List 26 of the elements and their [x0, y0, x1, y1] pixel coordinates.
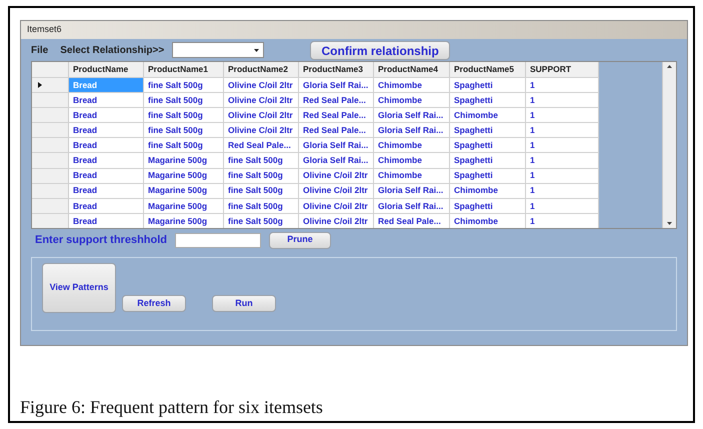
table-cell: Bread — [69, 214, 144, 228]
figure-caption: Figure 6: Frequent pattern for six itemsets — [19, 396, 324, 419]
table-cell: Red Seal Pale... — [374, 214, 450, 228]
scroll-up-icon[interactable] — [667, 65, 672, 68]
table-cell: 1 — [526, 214, 599, 228]
table-cell: Olivine C/oil 2ltr — [299, 214, 374, 228]
relationship-dropdown[interactable] — [172, 42, 264, 58]
confirm-relationship-button[interactable]: Confirm relationship — [310, 40, 450, 60]
view-patterns-button[interactable]: View Patterns — [42, 263, 116, 313]
run-button[interactable]: Run — [212, 295, 276, 312]
file-menu[interactable]: File — [31, 42, 48, 58]
prune-button[interactable]: Prune — [269, 232, 331, 248]
refresh-button[interactable]: Refresh — [122, 295, 186, 312]
window-title: Itemset6 — [27, 23, 62, 36]
table-cell: fine Salt 500g — [224, 214, 299, 228]
current-row-icon — [38, 82, 42, 88]
support-threshold-label: Enter support threshhold — [35, 232, 167, 248]
table-cell: Chimombe — [450, 214, 526, 228]
scroll-down-icon[interactable] — [667, 222, 672, 225]
table-cell: Bread — [69, 78, 144, 92]
select-relationship-label: Select Relationship>> — [60, 44, 164, 58]
row-header[interactable] — [32, 78, 69, 92]
table-cell: Magarine 500g — [144, 214, 224, 228]
scrollbar[interactable] — [662, 62, 676, 228]
caret-icon — [254, 48, 260, 52]
support-threshold-field[interactable] — [175, 232, 261, 248]
